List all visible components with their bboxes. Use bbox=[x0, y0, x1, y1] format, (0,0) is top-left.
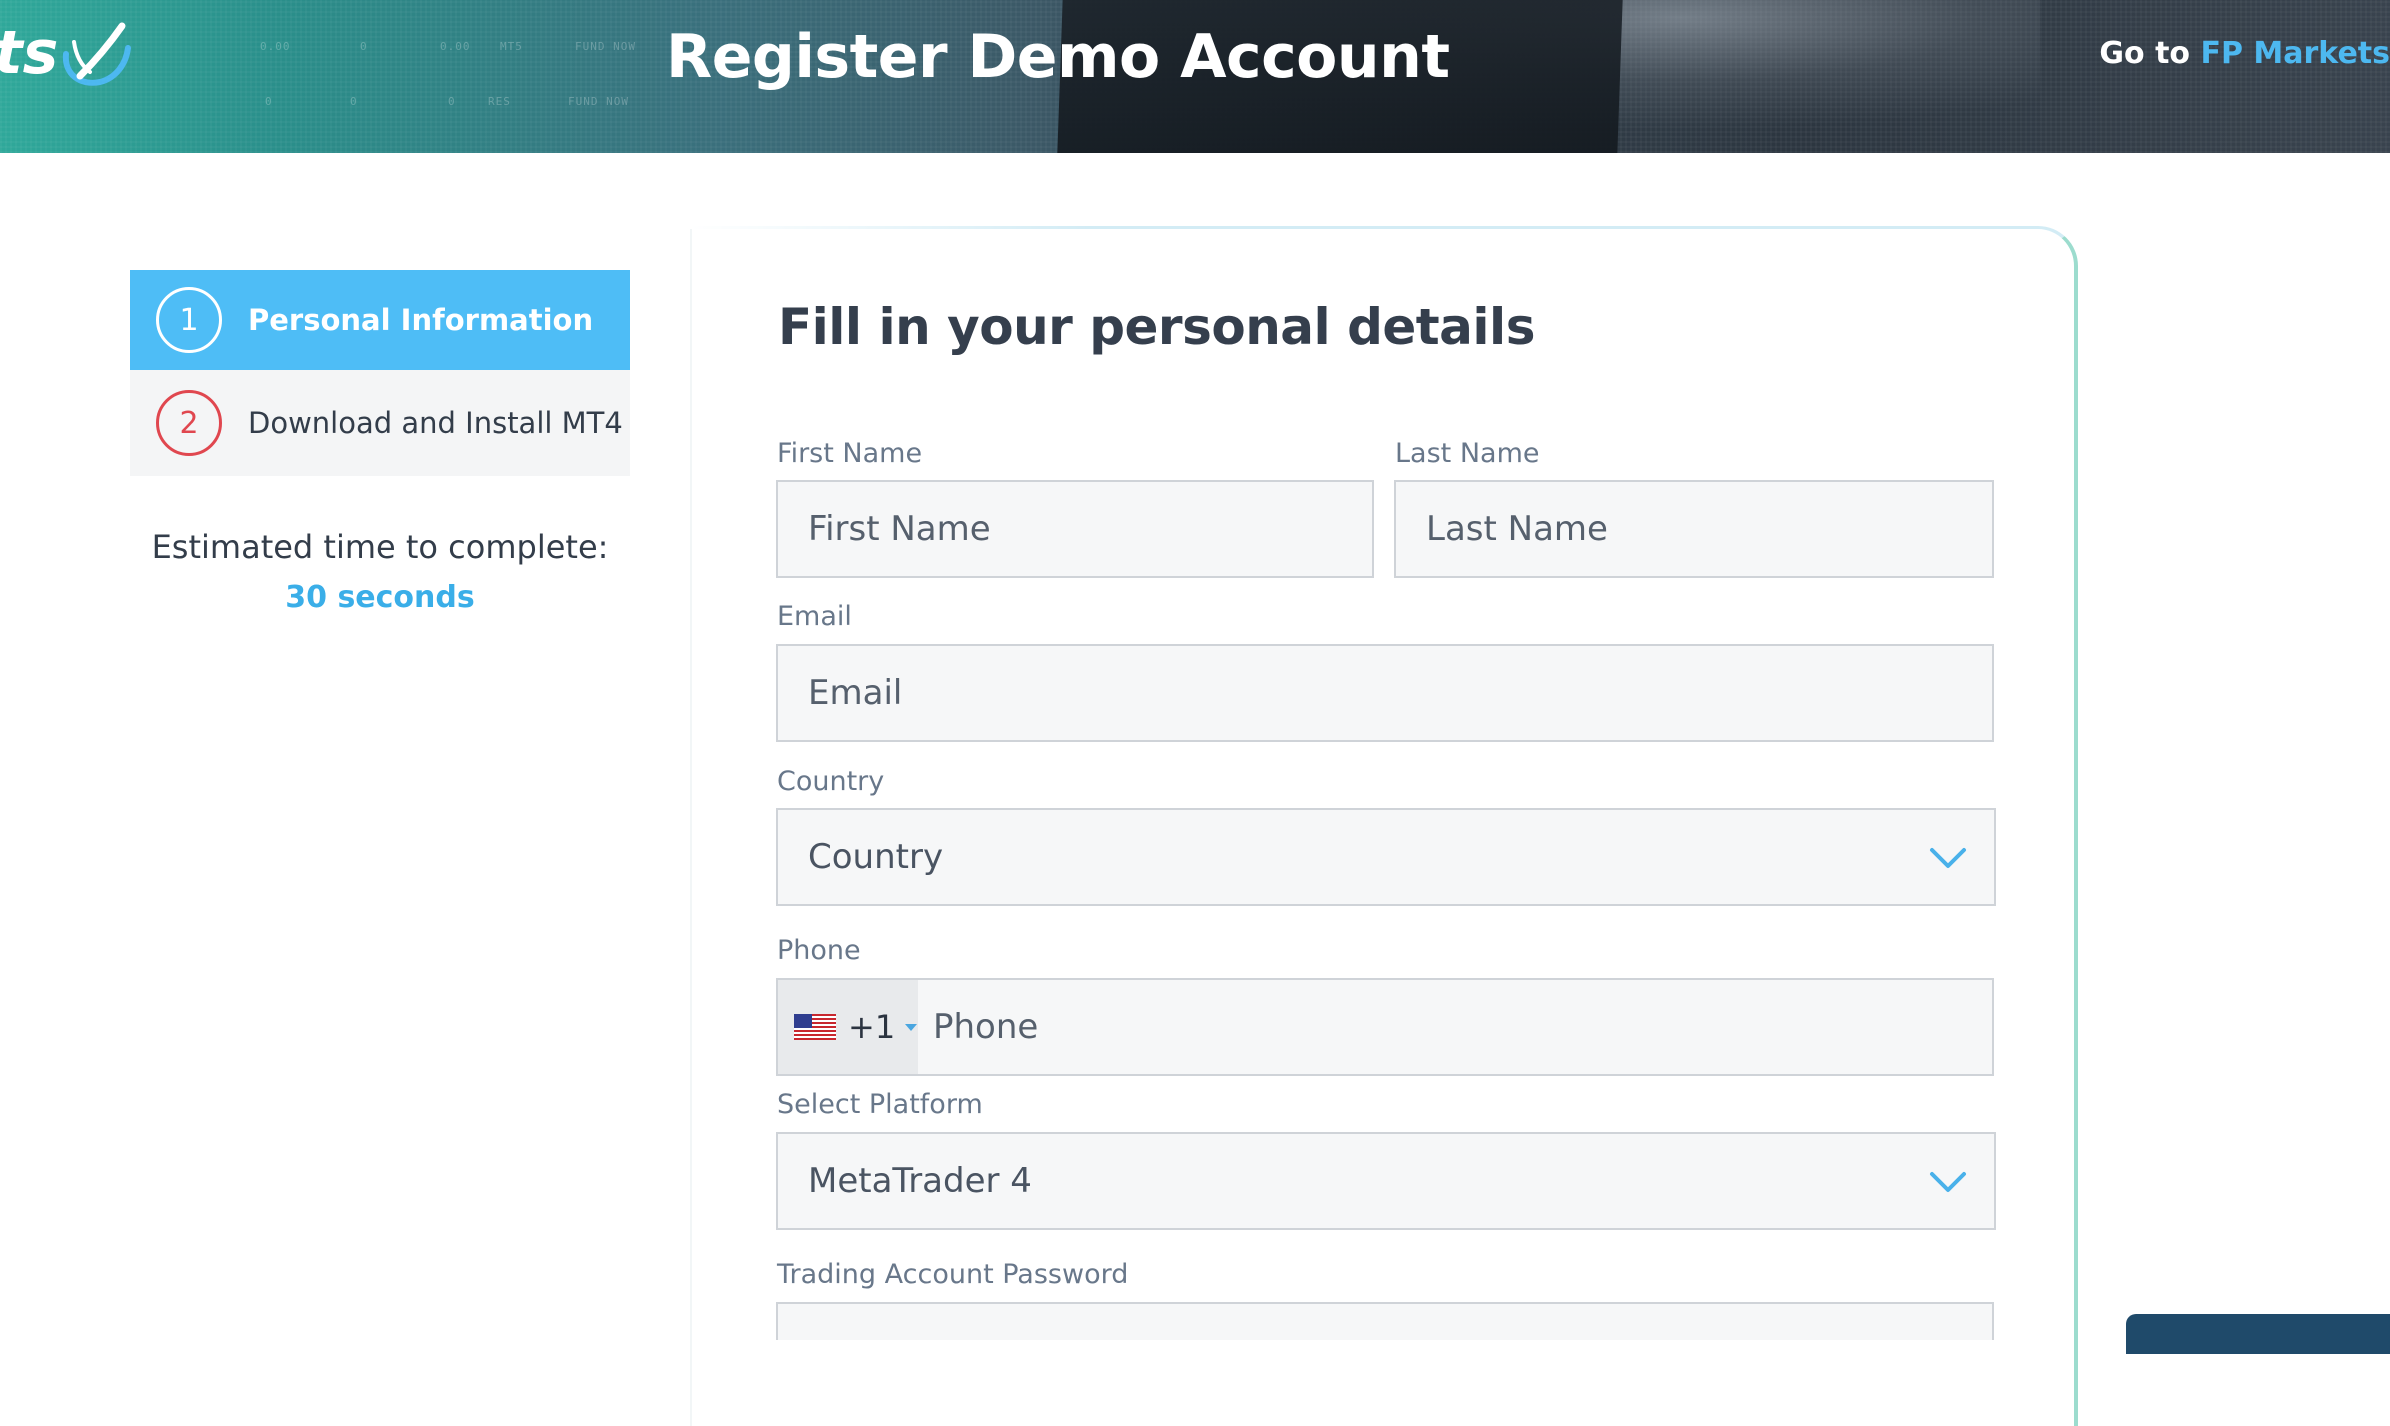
platform-value: MetaTrader 4 bbox=[808, 1161, 1032, 1201]
bg-text: 0 bbox=[360, 40, 368, 53]
phone-field[interactable]: +1 Phone bbox=[776, 978, 1994, 1076]
country-select[interactable]: Country bbox=[776, 808, 1996, 906]
bg-text: 0.00 bbox=[440, 40, 471, 53]
step-number-circle: 1 bbox=[156, 287, 222, 353]
estimate-label: Estimated time to complete: bbox=[151, 528, 609, 566]
last-name-field[interactable]: Last Name bbox=[1394, 480, 1994, 578]
bg-text: 0 bbox=[265, 95, 273, 108]
last-name-label: Last Name bbox=[1395, 438, 1540, 469]
phone-placeholder: Phone bbox=[933, 1007, 1039, 1047]
country-label: Country bbox=[777, 766, 885, 797]
bg-text: FUND NOW bbox=[575, 40, 636, 53]
progress-stepper: 1 Personal Information 2 Download and In… bbox=[130, 270, 630, 476]
bg-text: FUND NOW bbox=[568, 95, 629, 108]
step-download-install[interactable]: 2 Download and Install MT4 bbox=[130, 370, 630, 476]
bg-text: MT5 bbox=[500, 40, 523, 53]
first-name-label: First Name bbox=[777, 438, 923, 469]
chevron-down-icon bbox=[1930, 848, 1966, 868]
goto-site-link[interactable]: Go to FP Markets bbox=[2099, 36, 2390, 71]
last-name-placeholder: Last Name bbox=[1426, 509, 1608, 549]
page-title: Register Demo Account bbox=[666, 22, 1450, 92]
bg-text: 0 bbox=[350, 95, 358, 108]
step-number-circle: 2 bbox=[156, 390, 222, 456]
bg-text: 0 bbox=[448, 95, 456, 108]
floating-action-button[interactable] bbox=[2126, 1314, 2390, 1354]
step-label: Download and Install MT4 bbox=[248, 406, 623, 440]
chevron-down-icon bbox=[1930, 1172, 1966, 1192]
header-banner: 0.00 0 0.00 MT5 FUND NOW 0 0 0 RES FUND … bbox=[0, 0, 2390, 153]
phone-country-code-selector[interactable]: +1 bbox=[778, 980, 918, 1074]
first-name-placeholder: First Name bbox=[808, 509, 991, 549]
password-label: Trading Account Password bbox=[777, 1259, 1129, 1290]
estimate-value: 30 seconds bbox=[285, 580, 475, 615]
estimated-time: Estimated time to complete: 30 seconds bbox=[130, 528, 630, 615]
us-flag-icon bbox=[794, 1014, 836, 1040]
fp-markets-link[interactable]: FP Markets bbox=[2200, 36, 2390, 71]
bg-text: RES bbox=[488, 95, 511, 108]
bg-text: 0.00 bbox=[260, 40, 291, 53]
logo-swoosh-icon[interactable] bbox=[60, 20, 132, 92]
first-name-field[interactable]: First Name bbox=[776, 480, 1374, 578]
email-label: Email bbox=[777, 601, 852, 632]
step-personal-information[interactable]: 1 Personal Information bbox=[130, 270, 630, 370]
caret-down-icon bbox=[905, 1023, 918, 1031]
platform-label: Select Platform bbox=[777, 1089, 983, 1120]
form-title: Fill in your personal details bbox=[778, 298, 1535, 356]
email-placeholder: Email bbox=[808, 673, 903, 713]
password-field[interactable] bbox=[776, 1302, 1994, 1340]
email-field[interactable]: Email bbox=[776, 644, 1994, 742]
phone-label: Phone bbox=[777, 935, 861, 966]
country-value: Country bbox=[808, 837, 944, 877]
platform-select[interactable]: MetaTrader 4 bbox=[776, 1132, 1996, 1230]
country-code: +1 bbox=[848, 1008, 896, 1046]
logo-text[interactable]: ts bbox=[0, 18, 58, 88]
step-label: Personal Information bbox=[248, 303, 594, 337]
goto-prefix: Go to bbox=[2099, 36, 2191, 71]
